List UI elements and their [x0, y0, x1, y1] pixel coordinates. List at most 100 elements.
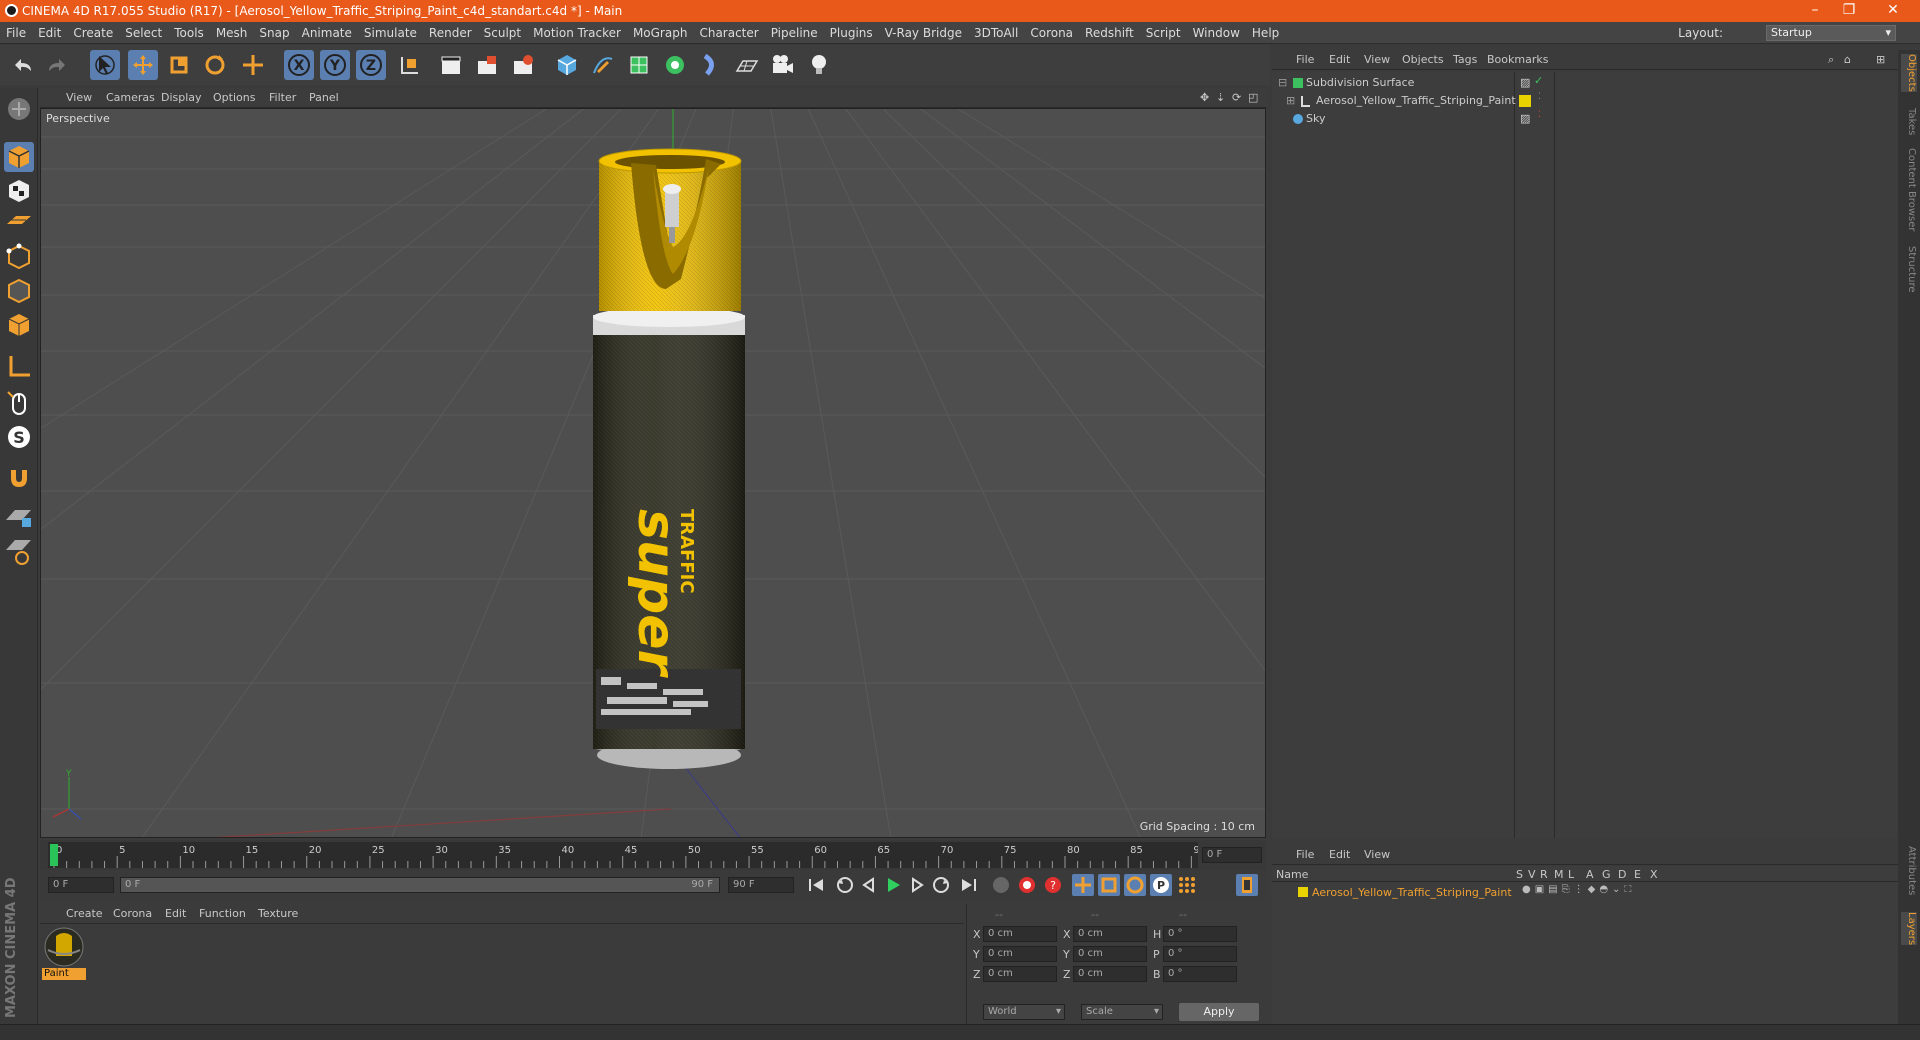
cloner-button[interactable]	[660, 50, 690, 80]
menu-motion-tracker[interactable]: Motion Tracker	[527, 22, 627, 40]
playhead[interactable]	[50, 844, 58, 866]
keyframe-selection-button[interactable]: ?	[1042, 874, 1064, 896]
render-to-picture-viewer-button[interactable]	[472, 50, 502, 80]
end-frame-field[interactable]: 90 F	[728, 877, 794, 893]
coord-rotation-field[interactable]: 0 °	[1163, 946, 1237, 962]
menu-plugins[interactable]: Plugins	[824, 22, 879, 40]
key-position-button[interactable]	[1072, 874, 1094, 896]
next-frame-button[interactable]	[906, 874, 928, 896]
layout-dropdown[interactable]: Startup ▾	[1766, 25, 1896, 41]
menu-corona[interactable]: Corona	[1024, 22, 1079, 40]
transform-button[interactable]	[238, 50, 268, 80]
make-editable-button[interactable]	[4, 94, 34, 124]
solo-button[interactable]: S	[4, 422, 34, 452]
texture-mode-button[interactable]	[4, 176, 34, 206]
layer-column-header[interactable]: M	[1554, 868, 1564, 881]
next-key-button[interactable]	[930, 874, 952, 896]
coord-size-field[interactable]: 0 cm	[1073, 926, 1147, 942]
material-menu-create[interactable]: Create	[66, 907, 103, 920]
rotate-button[interactable]	[200, 50, 230, 80]
object-row-subdivision-surface[interactable]: ⊟ Subdivision Surface ▨ ✓	[1272, 74, 1898, 92]
menu-help[interactable]: Help	[1246, 22, 1285, 40]
tab-attributes[interactable]: Attributes	[1901, 846, 1917, 895]
tweak-mode-button[interactable]	[4, 388, 34, 418]
viewport-move-icon[interactable]: ✥	[1200, 91, 1209, 104]
key-pla-button[interactable]	[1176, 874, 1198, 896]
y-axis-button[interactable]: Y	[320, 50, 350, 80]
key-scale-button[interactable]	[1098, 874, 1120, 896]
planar-workplane-button[interactable]	[4, 536, 34, 566]
coord-rotation-field[interactable]: 0 °	[1163, 966, 1237, 982]
minimize-icon[interactable]: –	[1800, 2, 1830, 20]
viewport-menu-panel[interactable]: Panel	[309, 91, 339, 104]
tab-takes[interactable]: Takes	[1901, 108, 1917, 135]
go-to-start-button[interactable]	[805, 874, 827, 896]
viewport-zoom-icon[interactable]: ⇣	[1216, 91, 1225, 104]
layer-column-header[interactable]: D	[1618, 868, 1626, 881]
menu-create[interactable]: Create	[67, 22, 119, 40]
viewport-menu-cameras[interactable]: Cameras	[106, 91, 155, 104]
coord-rotation-field[interactable]: 0 °	[1163, 926, 1237, 942]
play-button[interactable]	[882, 874, 904, 896]
key-rotation-button[interactable]	[1124, 874, 1146, 896]
close-icon[interactable]: ✕	[1878, 2, 1908, 20]
layer-color-swatch[interactable]	[1298, 887, 1308, 897]
viewport-maximize-icon[interactable]: ◰	[1248, 91, 1258, 104]
object-row-aerosol[interactable]: ⊞ Aerosol_Yellow_Traffic_Striping_Paint …	[1272, 92, 1898, 110]
camera-button[interactable]	[768, 50, 798, 80]
autokey-button[interactable]	[1016, 874, 1038, 896]
menu-vray-bridge[interactable]: V-Ray Bridge	[879, 22, 968, 40]
material-menu-function[interactable]: Function	[199, 907, 246, 920]
expand-icon[interactable]: ⊞	[1286, 94, 1295, 107]
menu-render[interactable]: Render	[423, 22, 478, 40]
timeline-window-button[interactable]	[1236, 874, 1258, 896]
snap-button[interactable]	[4, 462, 34, 492]
coord-position-field[interactable]: 0 cm	[983, 966, 1057, 982]
edges-mode-button[interactable]	[4, 276, 34, 306]
viewport-menu-view[interactable]: View	[66, 91, 92, 104]
tab-structure[interactable]: Structure	[1901, 246, 1917, 293]
layers-menu-view[interactable]: View	[1364, 848, 1390, 861]
layer-column-header[interactable]: L	[1568, 868, 1574, 881]
cube-button[interactable]	[552, 50, 582, 80]
menu-tools[interactable]: Tools	[168, 22, 210, 40]
layers-menu-file[interactable]: File	[1296, 848, 1314, 861]
material-swatch[interactable]: Paint	[42, 926, 86, 984]
objects-menu-tags[interactable]: Tags	[1453, 53, 1477, 66]
restore-icon[interactable]: ❐	[1834, 2, 1864, 20]
layer-column-header[interactable]: A	[1586, 868, 1594, 881]
polygons-mode-button[interactable]	[4, 310, 34, 340]
visibility-toggle[interactable]: ▨	[1520, 76, 1530, 89]
objects-menu-file[interactable]: File	[1296, 53, 1314, 66]
menu-3dtoall[interactable]: 3DToAll	[968, 22, 1024, 40]
menu-window[interactable]: Window	[1187, 22, 1246, 40]
layer-column-header[interactable]: R	[1540, 868, 1548, 881]
redo-button[interactable]	[42, 50, 72, 80]
previous-key-button[interactable]	[834, 874, 856, 896]
frame-range-slider[interactable]: 0 F 90 F	[120, 877, 720, 893]
scale-button[interactable]	[164, 50, 194, 80]
layer-column-header[interactable]: Name	[1276, 868, 1308, 881]
coord-size-field[interactable]: 0 cm	[1073, 966, 1147, 982]
material-menu-edit[interactable]: Edit	[165, 907, 186, 920]
key-parameter-button[interactable]: P	[1150, 874, 1172, 896]
new-panel-icon[interactable]: ⊞	[1876, 53, 1885, 66]
perspective-viewport[interactable]: super TRAFFIC Y Perspective Grid Spacing…	[40, 108, 1266, 838]
menu-redshift[interactable]: Redshift	[1079, 22, 1140, 40]
menu-snap[interactable]: Snap	[253, 22, 295, 40]
layer-column-header[interactable]: G	[1602, 868, 1611, 881]
layer-column-header[interactable]: V	[1528, 868, 1536, 881]
timeline-ruler[interactable]: 051015202530354045505560657075808590 0 F	[40, 840, 1266, 870]
spline-pen-button[interactable]	[588, 50, 618, 80]
viewport-menu-display[interactable]: Display	[161, 91, 202, 104]
viewport-rotate-icon[interactable]: ⟳	[1232, 91, 1241, 104]
timeline-track[interactable]: 051015202530354045505560657075808590	[48, 842, 1198, 868]
record-keys-button[interactable]	[990, 874, 1012, 896]
points-mode-button[interactable]	[4, 242, 34, 272]
coordinate-system-button[interactable]	[394, 50, 424, 80]
visibility-dots-icon[interactable]: ⁚	[1538, 92, 1541, 102]
apply-button[interactable]: Apply	[1179, 1003, 1259, 1021]
home-icon[interactable]: ⌂	[1844, 53, 1851, 66]
coord-scale-dropdown[interactable]: Scale ▾	[1081, 1004, 1163, 1020]
tab-objects[interactable]: Objects	[1901, 54, 1917, 92]
